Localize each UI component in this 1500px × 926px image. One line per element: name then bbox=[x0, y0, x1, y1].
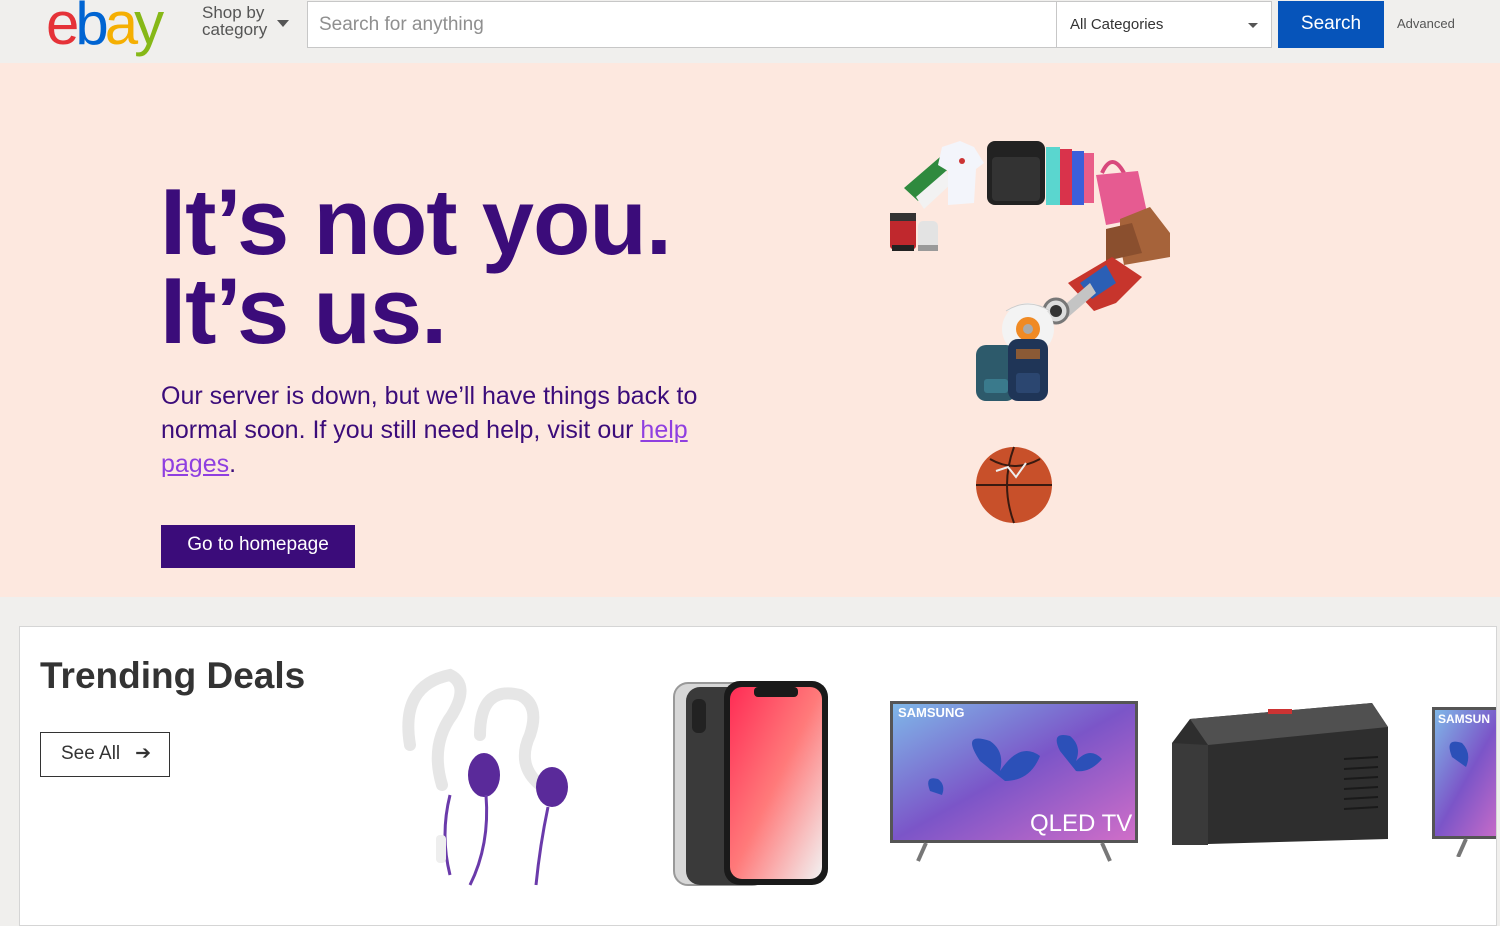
smartphone-icon bbox=[673, 681, 828, 886]
headline-line-2: It’s us. bbox=[160, 258, 447, 363]
shop-by-category-label: Shop by category bbox=[202, 3, 268, 39]
tv-brand-label: SAMSUNG bbox=[898, 705, 964, 720]
tv-icon: SAMSUN bbox=[1432, 707, 1496, 857]
product-tv[interactable]: SAMSUNG QLED TV bbox=[890, 701, 1140, 863]
trending-deals-section: Trending Deals See All ➔ SAMSUNG QLED TV… bbox=[19, 626, 1497, 926]
kettle-icon bbox=[890, 213, 916, 251]
product-smartphone[interactable] bbox=[672, 679, 832, 894]
search-input[interactable] bbox=[308, 2, 1056, 47]
basketball-icon bbox=[976, 446, 1052, 524]
logo-letter-b: b bbox=[75, 0, 108, 57]
tv-model-label: QLED TV bbox=[1030, 810, 1132, 837]
category-select[interactable]: All Categories bbox=[1056, 2, 1271, 47]
backpack-icon bbox=[976, 339, 1048, 401]
error-message: Our server is down, but we’ll have thing… bbox=[161, 379, 741, 481]
product-generator[interactable] bbox=[1168, 699, 1393, 859]
category-select-value: All Categories bbox=[1070, 16, 1164, 33]
headline-line-1: It’s not you. bbox=[160, 169, 672, 274]
smart-speaker-icon bbox=[918, 221, 938, 251]
header: ebay Shop by category All Categories Sea… bbox=[0, 0, 1500, 63]
earphones-icon bbox=[402, 668, 568, 886]
bluetooth-speaker-icon bbox=[987, 141, 1045, 205]
go-to-homepage-button[interactable]: Go to homepage bbox=[161, 525, 355, 568]
trending-deals-title: Trending Deals bbox=[40, 655, 306, 696]
arrow-right-icon: ➔ bbox=[135, 743, 151, 764]
see-all-button[interactable]: See All ➔ bbox=[40, 732, 170, 777]
question-mark-illustration bbox=[890, 141, 1170, 524]
product-earphones[interactable] bbox=[390, 665, 600, 890]
chevron-down-icon bbox=[277, 20, 289, 27]
generator-icon bbox=[1172, 703, 1388, 845]
search-bar: All Categories bbox=[307, 1, 1272, 48]
error-hero: It’s not you. It’s us. Our server is dow… bbox=[0, 63, 1500, 597]
ebay-logo[interactable]: ebay bbox=[46, 0, 164, 57]
message-end: . bbox=[229, 450, 237, 478]
chevron-down-icon bbox=[1248, 23, 1258, 28]
product-tv-partial[interactable]: SAMSUN bbox=[1432, 707, 1496, 857]
page-title: It’s not you. It’s us. bbox=[160, 169, 860, 363]
tv-icon: SAMSUNG QLED TV bbox=[890, 701, 1138, 862]
phone-case-icon bbox=[1046, 147, 1094, 205]
search-button[interactable]: Search bbox=[1278, 1, 1384, 48]
tv-brand-label: SAMSUN bbox=[1438, 712, 1490, 726]
shop-by-category-button[interactable]: Shop by category bbox=[202, 4, 292, 44]
message-text: Our server is down, but we’ll have thing… bbox=[161, 382, 698, 444]
see-all-label: See All bbox=[61, 743, 121, 764]
logo-letter-a: a bbox=[104, 0, 138, 57]
logo-letter-y: y bbox=[134, 0, 164, 57]
advanced-search-link[interactable]: Advanced bbox=[1397, 16, 1455, 31]
logo-letter-e: e bbox=[46, 0, 79, 57]
